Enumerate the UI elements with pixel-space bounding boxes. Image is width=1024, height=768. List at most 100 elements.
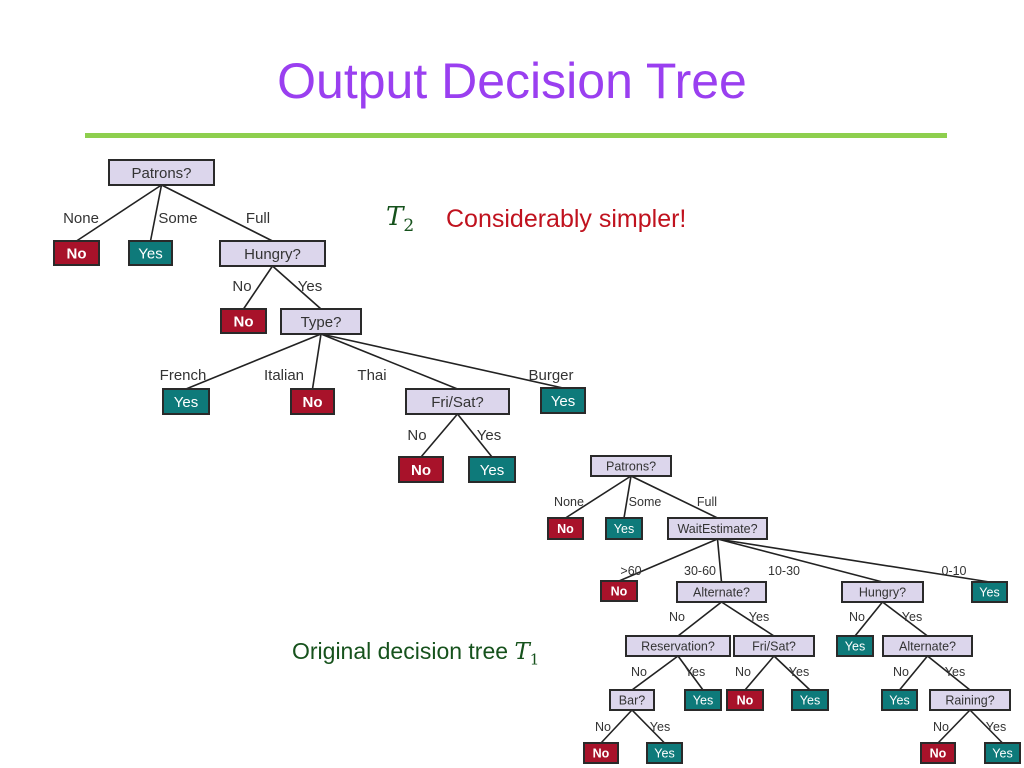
edge-label: No bbox=[933, 720, 949, 734]
node-label: Raining? bbox=[945, 694, 994, 708]
edge-label: Yes bbox=[477, 427, 501, 444]
tree-t1: None Some Full >60 30-60 10-30 0-10 No Yes No Yes N… bbox=[547, 455, 1021, 764]
edge-label: Yes bbox=[685, 665, 705, 679]
edge-label: No bbox=[849, 610, 865, 624]
node-label: Alternate? bbox=[899, 640, 956, 654]
edge-label: None bbox=[63, 210, 99, 227]
node-label: No bbox=[67, 245, 87, 262]
leaf-yes: Yes bbox=[836, 635, 874, 657]
edge-label: French bbox=[160, 367, 207, 384]
attribute-node: Hungry? bbox=[841, 581, 924, 603]
node-label: Reservation? bbox=[641, 640, 715, 654]
attribute-node: Alternate? bbox=[882, 635, 973, 657]
decision-trees: None Some Full No Yes French Italian Thai Burger… bbox=[53, 159, 1021, 764]
leaf-yes: Yes bbox=[468, 456, 516, 483]
leaf-yes: Yes bbox=[881, 689, 918, 711]
attribute-node: Patrons? bbox=[590, 455, 672, 477]
leaf-yes: Yes bbox=[791, 689, 829, 711]
nodes: Patrons? No Yes Hungry? No Type? Yes No Fri/Sat?… bbox=[53, 159, 586, 483]
edge-label: 30-60 bbox=[684, 564, 716, 578]
edge-label: Yes bbox=[749, 610, 769, 624]
attribute-node: WaitEstimate? bbox=[667, 517, 768, 540]
leaf-no: No bbox=[53, 240, 100, 266]
edge-label: Yes bbox=[902, 610, 922, 624]
leaf-no: No bbox=[220, 308, 267, 334]
leaf-no: No bbox=[398, 456, 444, 483]
node-label: Yes bbox=[693, 694, 713, 708]
node-label: Yes bbox=[992, 747, 1012, 761]
leaf-no: No bbox=[583, 742, 619, 764]
tree-edge bbox=[320, 333, 458, 390]
node-label: Yes bbox=[480, 462, 504, 479]
node-label: No bbox=[737, 694, 754, 708]
leaf-no: No bbox=[726, 689, 764, 711]
edge-label: Italian bbox=[264, 367, 304, 384]
node-label: Yes bbox=[979, 586, 999, 600]
node-label: Fri/Sat? bbox=[431, 394, 484, 411]
edge-label: No bbox=[893, 665, 909, 679]
leaf-yes: Yes bbox=[984, 742, 1021, 764]
node-label: Yes bbox=[889, 694, 909, 708]
node-label: Hungry? bbox=[859, 586, 906, 600]
node-label: Yes bbox=[654, 747, 674, 761]
node-label: No bbox=[611, 585, 628, 599]
edge-label: No bbox=[735, 665, 751, 679]
edge-label: Yes bbox=[789, 665, 809, 679]
leaf-no: No bbox=[290, 388, 335, 415]
node-label: Patrons? bbox=[131, 165, 191, 182]
attribute-node: Patrons? bbox=[108, 159, 215, 186]
attribute-node: Bar? bbox=[609, 689, 655, 711]
node-label: Yes bbox=[845, 640, 865, 654]
leaf-yes: Yes bbox=[128, 240, 173, 266]
edge-label: 0-10 bbox=[941, 564, 966, 578]
edge-label: Some bbox=[158, 210, 197, 227]
leaf-no: No bbox=[547, 517, 584, 540]
node-label: Yes bbox=[138, 245, 162, 262]
edge-label: No bbox=[407, 427, 426, 444]
node-label: Fri/Sat? bbox=[752, 640, 796, 654]
node-label: No bbox=[930, 747, 947, 761]
edge-label: No bbox=[669, 610, 685, 624]
leaf-no: No bbox=[920, 742, 956, 764]
edge-label: Yes bbox=[298, 278, 322, 295]
node-label: No bbox=[303, 394, 323, 411]
attribute-node: Fri/Sat? bbox=[733, 635, 815, 657]
edge-label: Burger bbox=[528, 367, 573, 384]
node-label: Bar? bbox=[619, 694, 645, 708]
node-label: No bbox=[593, 747, 610, 761]
node-label: WaitEstimate? bbox=[677, 522, 757, 536]
edge-label: 10-30 bbox=[768, 564, 800, 578]
leaf-yes: Yes bbox=[971, 581, 1008, 603]
node-label: Patrons? bbox=[606, 460, 656, 474]
edge-label: Yes bbox=[945, 665, 965, 679]
node-label: Yes bbox=[614, 522, 634, 536]
node-label: No bbox=[557, 522, 574, 536]
edge-label: Full bbox=[697, 495, 717, 509]
leaf-yes: Yes bbox=[605, 517, 643, 540]
edge-label: Yes bbox=[650, 720, 670, 734]
attribute-node: Type? bbox=[280, 308, 362, 335]
edge-label: Thai bbox=[357, 367, 386, 384]
edge-label: Yes bbox=[986, 720, 1006, 734]
node-label: Yes bbox=[551, 393, 575, 410]
attribute-node: Reservation? bbox=[625, 635, 731, 657]
node-label: Yes bbox=[174, 394, 198, 411]
tree-edge bbox=[311, 333, 322, 390]
node-label: Hungry? bbox=[244, 246, 301, 263]
attribute-node: Raining? bbox=[929, 689, 1011, 711]
node-label: No bbox=[234, 313, 254, 330]
edge-label: Full bbox=[246, 210, 270, 227]
tree-t2: None Some Full No Yes French Italian Thai Burger… bbox=[53, 159, 586, 483]
node-label: No bbox=[411, 462, 431, 479]
node-label: Yes bbox=[800, 694, 820, 708]
edge-label: >60 bbox=[620, 564, 641, 578]
edge-label: No bbox=[631, 665, 647, 679]
leaf-yes: Yes bbox=[646, 742, 683, 764]
edge-label: No bbox=[595, 720, 611, 734]
leaf-yes: Yes bbox=[162, 388, 210, 415]
tree-edge bbox=[716, 538, 723, 583]
leaf-yes: Yes bbox=[540, 387, 586, 414]
node-label: Alternate? bbox=[693, 586, 750, 600]
edge-label: Some bbox=[629, 495, 662, 509]
edge-label: None bbox=[554, 495, 584, 509]
